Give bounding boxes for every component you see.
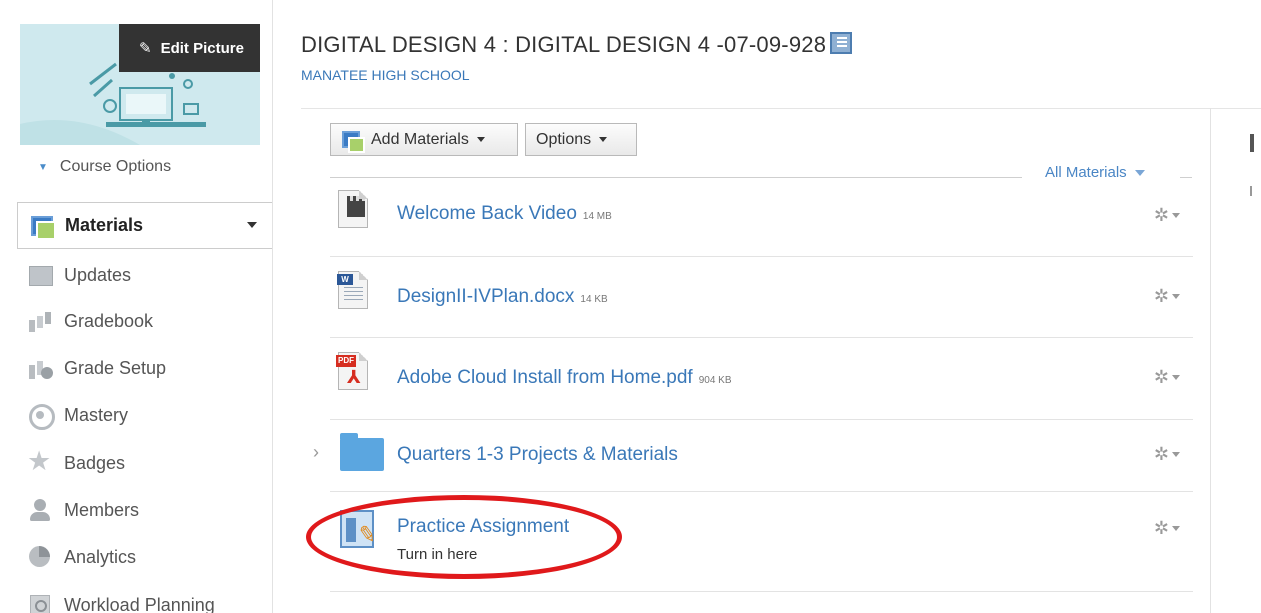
mastery-icon (27, 402, 55, 430)
caret-down-icon (476, 137, 485, 142)
triangle-down-icon (1134, 169, 1145, 176)
sidebar-item-label: Badges (64, 452, 126, 473)
item-actions-button[interactable]: ✲ (1154, 286, 1180, 307)
sidebar-item-badges[interactable]: Badges (17, 446, 273, 478)
material-name: Adobe Cloud Install from Home.pdf (397, 367, 693, 388)
sidebar-item-updates[interactable]: Updates (17, 260, 273, 290)
sidebar-item-label: Gradebook (64, 310, 154, 331)
material-link[interactable]: Adobe Cloud Install from Home.pdf 904 KB (397, 367, 732, 389)
triangle-down-icon: ▼ (38, 161, 48, 173)
sidebar-item-mastery[interactable]: Mastery (17, 400, 273, 430)
folder-icon (336, 430, 384, 480)
sidebar-item-label: Workload Planning (64, 594, 215, 613)
item-actions-button[interactable]: ✲ (1154, 518, 1180, 539)
folder-link[interactable]: Quarters 1-3 Projects & Materials (397, 444, 678, 466)
sidebar-item-label: Updates (64, 264, 132, 285)
caret-down-icon (599, 137, 608, 142)
caret-down-icon[interactable] (247, 222, 257, 228)
sidebar-item-analytics[interactable]: Analytics (17, 542, 273, 572)
video-file-icon (336, 190, 376, 240)
options-button[interactable]: Options (525, 123, 637, 156)
pencil-icon: ✎ (139, 40, 152, 57)
material-row[interactable]: PDF ⅄ Adobe Cloud Install from Home.pdf 90… (330, 338, 1193, 420)
sidebar-item-materials[interactable]: Materials (17, 202, 273, 249)
material-link[interactable]: DesignII-IVPlan.docx 14 KB (397, 286, 608, 308)
gear-icon: ✲ (1153, 286, 1169, 306)
course-title: DIGITAL DESIGN 4 : DIGITAL DESIGN 4 -07-… (301, 32, 827, 57)
gear-icon: ✲ (1153, 444, 1169, 464)
sidebar-item-label: Mastery (64, 404, 129, 425)
sidebar-item-label: Analytics (64, 546, 137, 567)
item-actions-button[interactable]: ✲ (1154, 444, 1180, 465)
edit-picture-label: Edit Picture (160, 39, 244, 57)
file-size: 904 KB (698, 375, 732, 386)
right-panel-fragment (1250, 134, 1254, 152)
page-title: DIGITAL DESIGN 4 : DIGITAL DESIGN 4 -07-… (301, 32, 853, 58)
gear-icon: ✲ (1153, 205, 1169, 225)
sidebar-item-workload-planning[interactable]: Workload Planning (17, 590, 273, 613)
sidebar-item-grade-setup[interactable]: Grade Setup (17, 353, 273, 383)
file-size: 14 MB (582, 211, 612, 222)
material-row[interactable]: Welcome Back Video 14 MB ✲ (330, 178, 1193, 257)
sidebar-item-label: Members (64, 499, 140, 520)
highlight-annotation (306, 495, 622, 579)
school-link[interactable]: MANATEE HIGH SCHOOL (301, 67, 470, 83)
course-options-label: Course Options (59, 158, 172, 175)
chevron-right-icon[interactable]: › (313, 442, 319, 463)
content-divider (1210, 108, 1211, 613)
course-options-toggle[interactable]: ▼ Course Options (38, 158, 171, 176)
analytics-icon (27, 544, 53, 570)
caret-down-icon (1172, 375, 1180, 380)
material-name: DesignII-IVPlan.docx (397, 286, 575, 307)
badges-icon (27, 446, 53, 477)
item-actions-button[interactable]: ✲ (1154, 367, 1180, 388)
right-panel-fragment (1250, 186, 1252, 196)
add-materials-label: Add Materials (371, 130, 469, 148)
caret-down-icon (1172, 452, 1180, 457)
item-actions-button[interactable]: ✲ (1154, 205, 1180, 226)
materials-icon (28, 213, 56, 240)
sidebar-item-gradebook[interactable]: Gradebook (17, 306, 273, 336)
edit-picture-button[interactable]: ✎ Edit Picture (119, 24, 260, 72)
gear-icon: ✲ (1153, 518, 1169, 538)
workload-planning-icon (27, 592, 53, 613)
pdf-file-icon: PDF ⅄ (336, 352, 376, 402)
header-divider (301, 108, 1261, 109)
course-info-icon[interactable] (830, 32, 853, 54)
add-materials-icon (341, 130, 365, 153)
sidebar-item-label: Materials (65, 215, 144, 235)
caret-down-icon (1172, 213, 1180, 218)
material-row[interactable]: W DesignII-IVPlan.docx 14 KB ✲ (330, 257, 1193, 338)
sidebar-item-label: Grade Setup (64, 357, 167, 378)
folder-row[interactable]: › Quarters 1-3 Projects & Materials ✲ (313, 420, 1193, 492)
file-size: 14 KB (580, 294, 608, 305)
updates-icon (27, 262, 53, 288)
gradebook-icon (27, 308, 53, 334)
sidebar-divider (272, 0, 273, 613)
material-name: Welcome Back Video (397, 203, 577, 224)
add-materials-button[interactable]: Add Materials (330, 123, 518, 156)
caret-down-icon (1172, 526, 1180, 531)
options-label: Options (536, 130, 592, 148)
members-icon (27, 497, 53, 523)
material-link[interactable]: Welcome Back Video 14 MB (397, 203, 612, 225)
word-document-icon: W (336, 271, 376, 321)
caret-down-icon (1172, 294, 1180, 299)
course-profile-picture: ✎ Edit Picture (20, 24, 260, 145)
gear-icon: ✲ (1153, 367, 1169, 387)
grade-setup-icon (27, 355, 53, 381)
sidebar-item-members[interactable]: Members (17, 495, 273, 525)
